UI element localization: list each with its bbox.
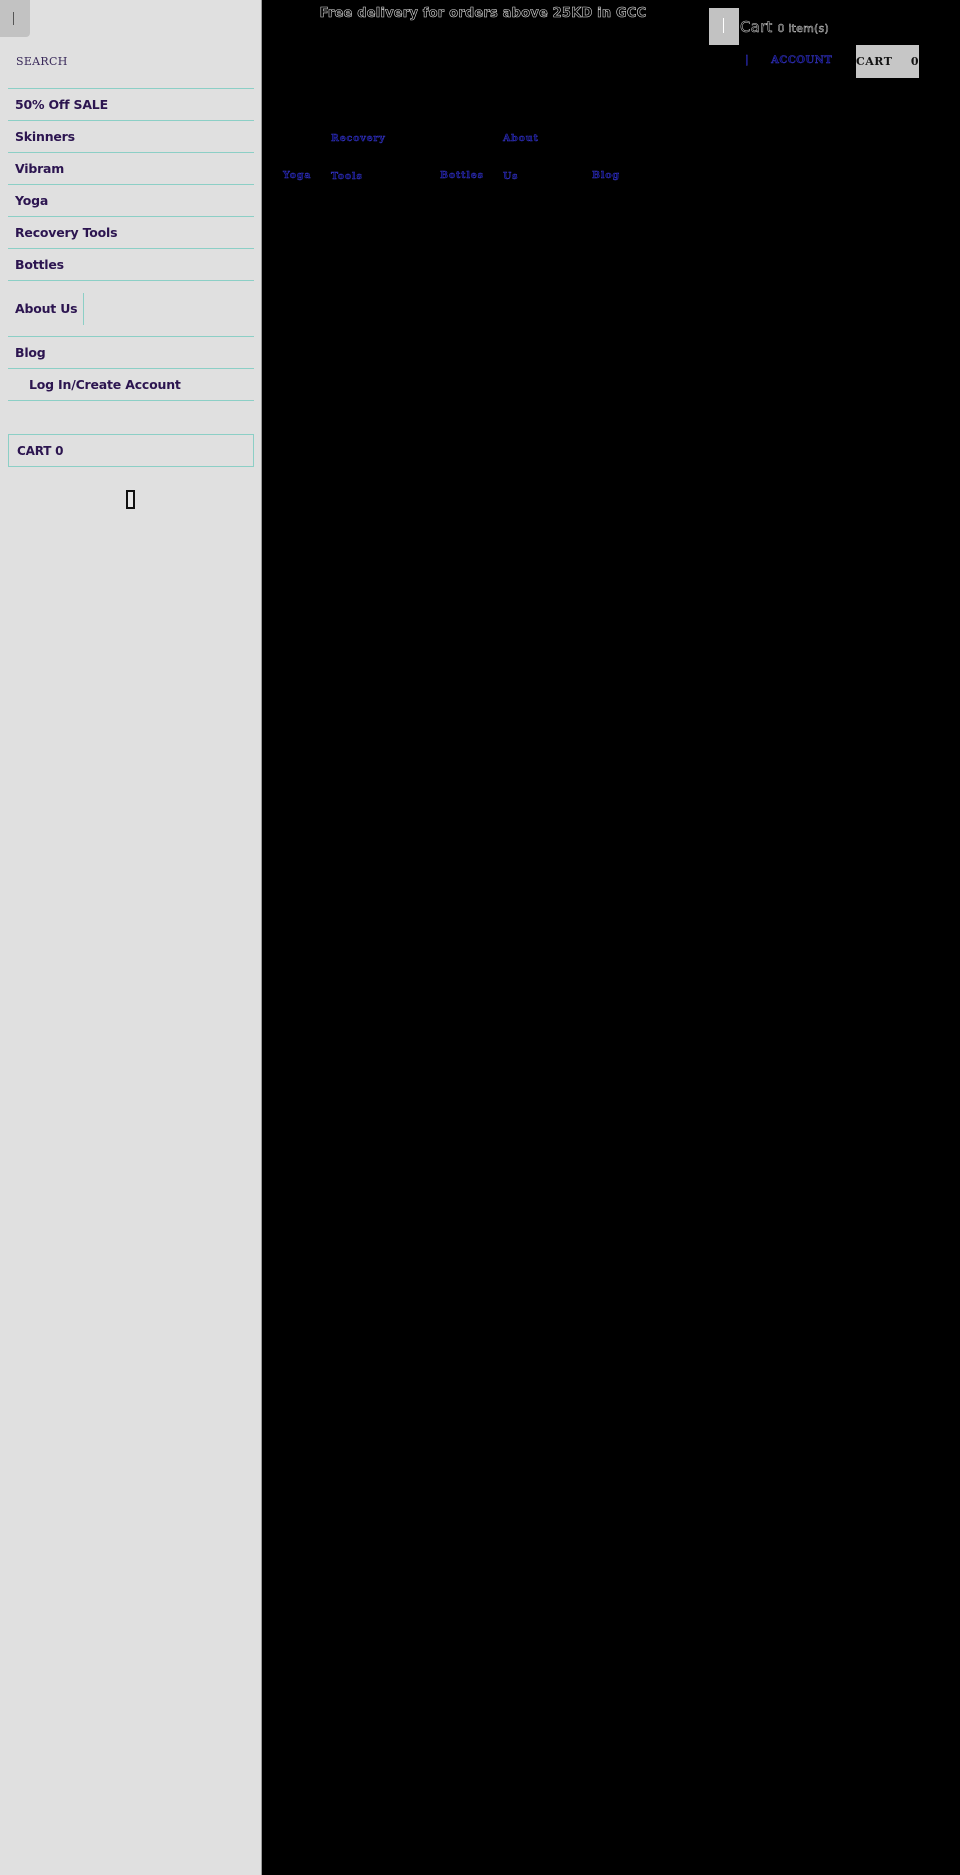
nav-link-label-line1: About — [503, 133, 539, 144]
missing-glyph-icon — [126, 490, 135, 509]
sidebar-item-label: About Us — [15, 292, 85, 325]
sidebar-item-label: 50% Off SALE — [15, 97, 108, 112]
sidebar-item-skinners[interactable]: Skinners — [8, 121, 254, 153]
nav-link-label-line2: Tools — [331, 171, 363, 182]
sidebar-item-login[interactable]: Log In/Create Account — [8, 369, 254, 401]
sidebar-item-sale[interactable]: 50% Off SALE — [8, 89, 254, 121]
header-cart-button[interactable]: CART 0 — [856, 45, 919, 78]
header-cart-count: 0 — [910, 55, 919, 68]
cart-summary-label: Cart — [740, 18, 773, 37]
sidebar-item-label: Vibram — [15, 161, 65, 176]
close-icon — [13, 12, 14, 25]
sidebar-item-label: Skinners — [15, 129, 75, 144]
account-link[interactable]: ACCOUNT — [771, 55, 832, 66]
nav-link-label: Bottles — [440, 170, 484, 181]
sidebar-item-about-us[interactable]: About Us — [8, 281, 254, 337]
search-input[interactable] — [8, 42, 254, 81]
account-separator: | — [745, 55, 750, 66]
nav-link-yoga[interactable]: Yoga — [283, 170, 311, 182]
sidebar-item-blog[interactable]: Blog — [8, 337, 254, 369]
nav-link-label: Blog — [592, 170, 620, 181]
cart-toggle-icon — [723, 18, 724, 33]
header-cart-label: CART — [856, 55, 893, 68]
search-field — [8, 42, 254, 89]
sidebar-item-vibram[interactable]: Vibram — [8, 153, 254, 185]
sidebar-cart-link[interactable]: CART 0 — [8, 434, 254, 467]
sidebar-item-label: Bottles — [15, 257, 64, 272]
sidebar-item-label: Blog — [15, 345, 46, 360]
cart-summary-count: 0 item(s) — [777, 22, 829, 36]
sidebar-item-recovery-tools[interactable]: Recovery Tools — [8, 217, 254, 249]
nav-link-about-us[interactable]: About Us — [503, 133, 539, 183]
sidebar-item-label: Log In/Create Account — [29, 377, 181, 392]
nav-link-bottles[interactable]: Bottles — [440, 170, 484, 182]
nav-link-label-line1: Recovery — [331, 133, 386, 144]
announcement-banner: Free delivery for orders above 25KD in G… — [319, 6, 647, 22]
cart-toggle-button[interactable] — [709, 8, 739, 45]
account-link-group: | ACCOUNT — [745, 55, 832, 66]
nav-link-label-line2: Us — [503, 171, 519, 182]
sidebar-item-bottles[interactable]: Bottles — [8, 249, 254, 281]
sidebar-item-label: Yoga — [15, 193, 49, 208]
sidebar-item-yoga[interactable]: Yoga — [8, 185, 254, 217]
nav-link-blog[interactable]: Blog — [592, 170, 620, 182]
sidebar-item-label: Recovery Tools — [15, 225, 118, 240]
close-menu-button[interactable] — [0, 0, 30, 37]
sidebar-cart-label: CART 0 — [17, 443, 64, 458]
cart-summary[interactable]: Cart 0 item(s) — [740, 18, 829, 37]
sidebar-menu: 50% Off SALE Skinners Vibram Yoga Recove… — [8, 89, 254, 401]
nav-link-recovery-tools[interactable]: Recovery Tools — [331, 133, 386, 183]
nav-link-label: Yoga — [283, 170, 312, 181]
sidebar-drawer: 50% Off SALE Skinners Vibram Yoga Recove… — [0, 0, 262, 1875]
